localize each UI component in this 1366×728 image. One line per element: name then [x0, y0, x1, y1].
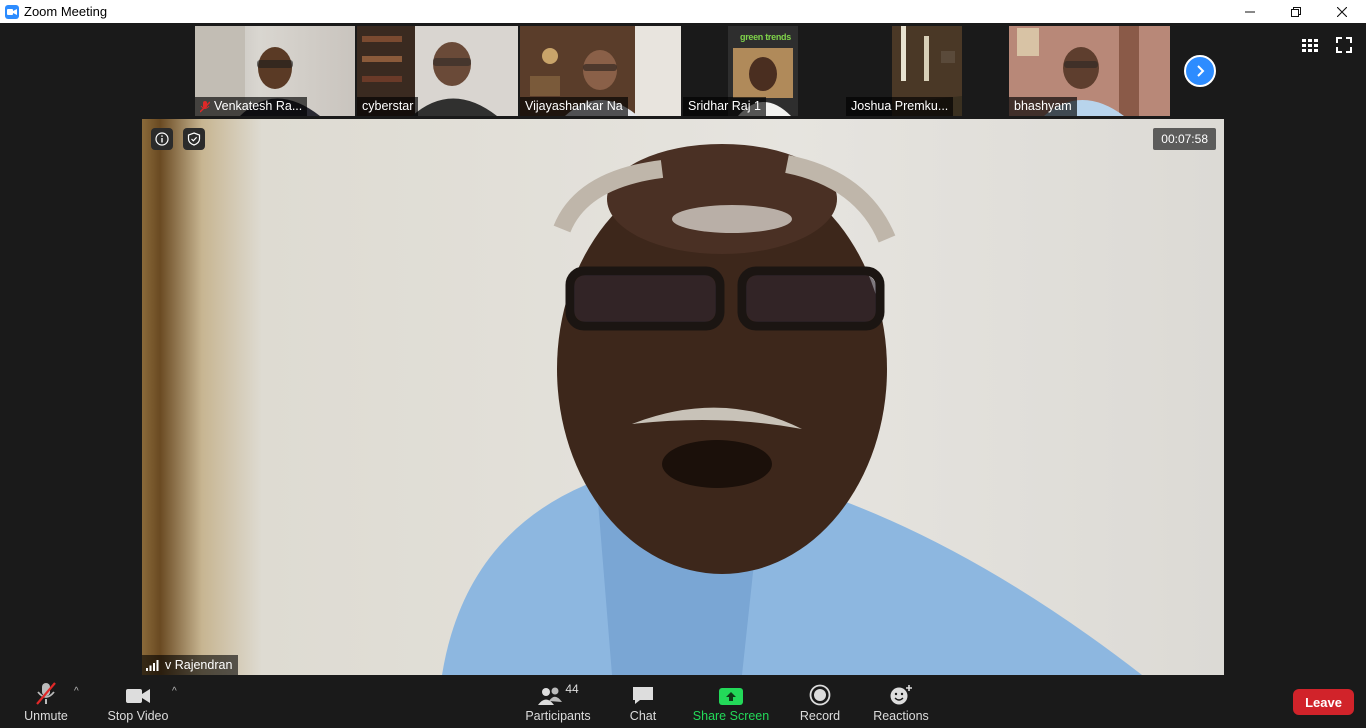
- fullscreen-icon: [1336, 37, 1352, 53]
- muted-mic-icon: [34, 676, 58, 706]
- participant-tile[interactable]: cyberstar: [357, 26, 518, 116]
- close-button[interactable]: [1319, 0, 1365, 23]
- chat-button[interactable]: Chat: [620, 676, 666, 728]
- chevron-right-icon: [1197, 65, 1205, 77]
- security-button[interactable]: [183, 128, 205, 150]
- fullscreen-button[interactable]: [1335, 36, 1355, 56]
- participants-icon: [538, 687, 563, 705]
- active-speaker-video: 00:07:58 v Rajendran: [142, 119, 1224, 675]
- share-screen-icon: [718, 676, 744, 706]
- participant-tile[interactable]: Venkatesh Ra...: [195, 26, 355, 116]
- participant-name: Sridhar Raj 1: [683, 97, 766, 116]
- reactions-button[interactable]: Reactions: [871, 676, 931, 728]
- participant-tile[interactable]: Joshua Premku...: [846, 26, 1006, 116]
- speaker-video-frame: [442, 144, 1142, 675]
- restore-button[interactable]: [1273, 0, 1319, 23]
- minimize-button[interactable]: [1227, 0, 1273, 23]
- close-icon: [1337, 6, 1347, 17]
- info-icon: [155, 132, 169, 146]
- participant-name: bhashyam: [1009, 97, 1077, 116]
- participant-name: Venkatesh Ra...: [195, 97, 308, 116]
- participants-count: 44: [565, 682, 579, 696]
- audio-options-caret[interactable]: ^: [74, 686, 79, 697]
- video-options-caret[interactable]: ^: [172, 686, 177, 697]
- record-button[interactable]: Record: [797, 676, 843, 728]
- thumb-sign-text: green trends: [740, 32, 791, 42]
- chat-icon: [631, 676, 655, 706]
- participant-name: cyberstar: [357, 97, 419, 116]
- speaker-name-label: v Rajendran: [142, 655, 239, 675]
- next-page-button[interactable]: [1184, 55, 1216, 87]
- minimize-icon: [1245, 11, 1255, 12]
- title-bar: Zoom Meeting: [0, 0, 1366, 23]
- zoom-app-icon: [5, 4, 19, 19]
- grid-icon: [1302, 39, 1318, 52]
- meeting-toolbar: Unmute ^ Stop Video ^ 44 Participants Ch…: [0, 676, 1366, 728]
- share-screen-button[interactable]: Share Screen: [693, 676, 769, 728]
- shield-icon: [187, 132, 201, 146]
- participants-button[interactable]: 44 Participants: [523, 676, 593, 728]
- participant-name: Joshua Premku...: [846, 97, 954, 116]
- record-icon: [809, 676, 831, 706]
- window-title: Zoom Meeting: [24, 4, 108, 19]
- reactions-icon: [889, 676, 913, 706]
- participant-tile[interactable]: Vijayashankar Na: [520, 26, 681, 116]
- restore-icon: [1291, 6, 1301, 17]
- leave-meeting-button[interactable]: Leave: [1293, 689, 1354, 715]
- participant-tile[interactable]: bhashyam: [1009, 26, 1170, 116]
- meeting-info-button[interactable]: [151, 128, 173, 150]
- participants-icon-wrap: 44: [537, 676, 579, 706]
- meeting-timer: 00:07:58: [1153, 128, 1216, 150]
- muted-mic-icon: [200, 100, 210, 113]
- signal-strength-icon: [146, 659, 159, 671]
- participant-tile[interactable]: green trends Sridhar Raj 1: [683, 26, 843, 116]
- video-camera-icon: [125, 676, 151, 706]
- unmute-button[interactable]: Unmute: [18, 676, 74, 728]
- stop-video-button[interactable]: Stop Video: [104, 676, 172, 728]
- participant-name: Vijayashankar Na: [520, 97, 628, 116]
- gallery-view-button[interactable]: [1301, 36, 1321, 56]
